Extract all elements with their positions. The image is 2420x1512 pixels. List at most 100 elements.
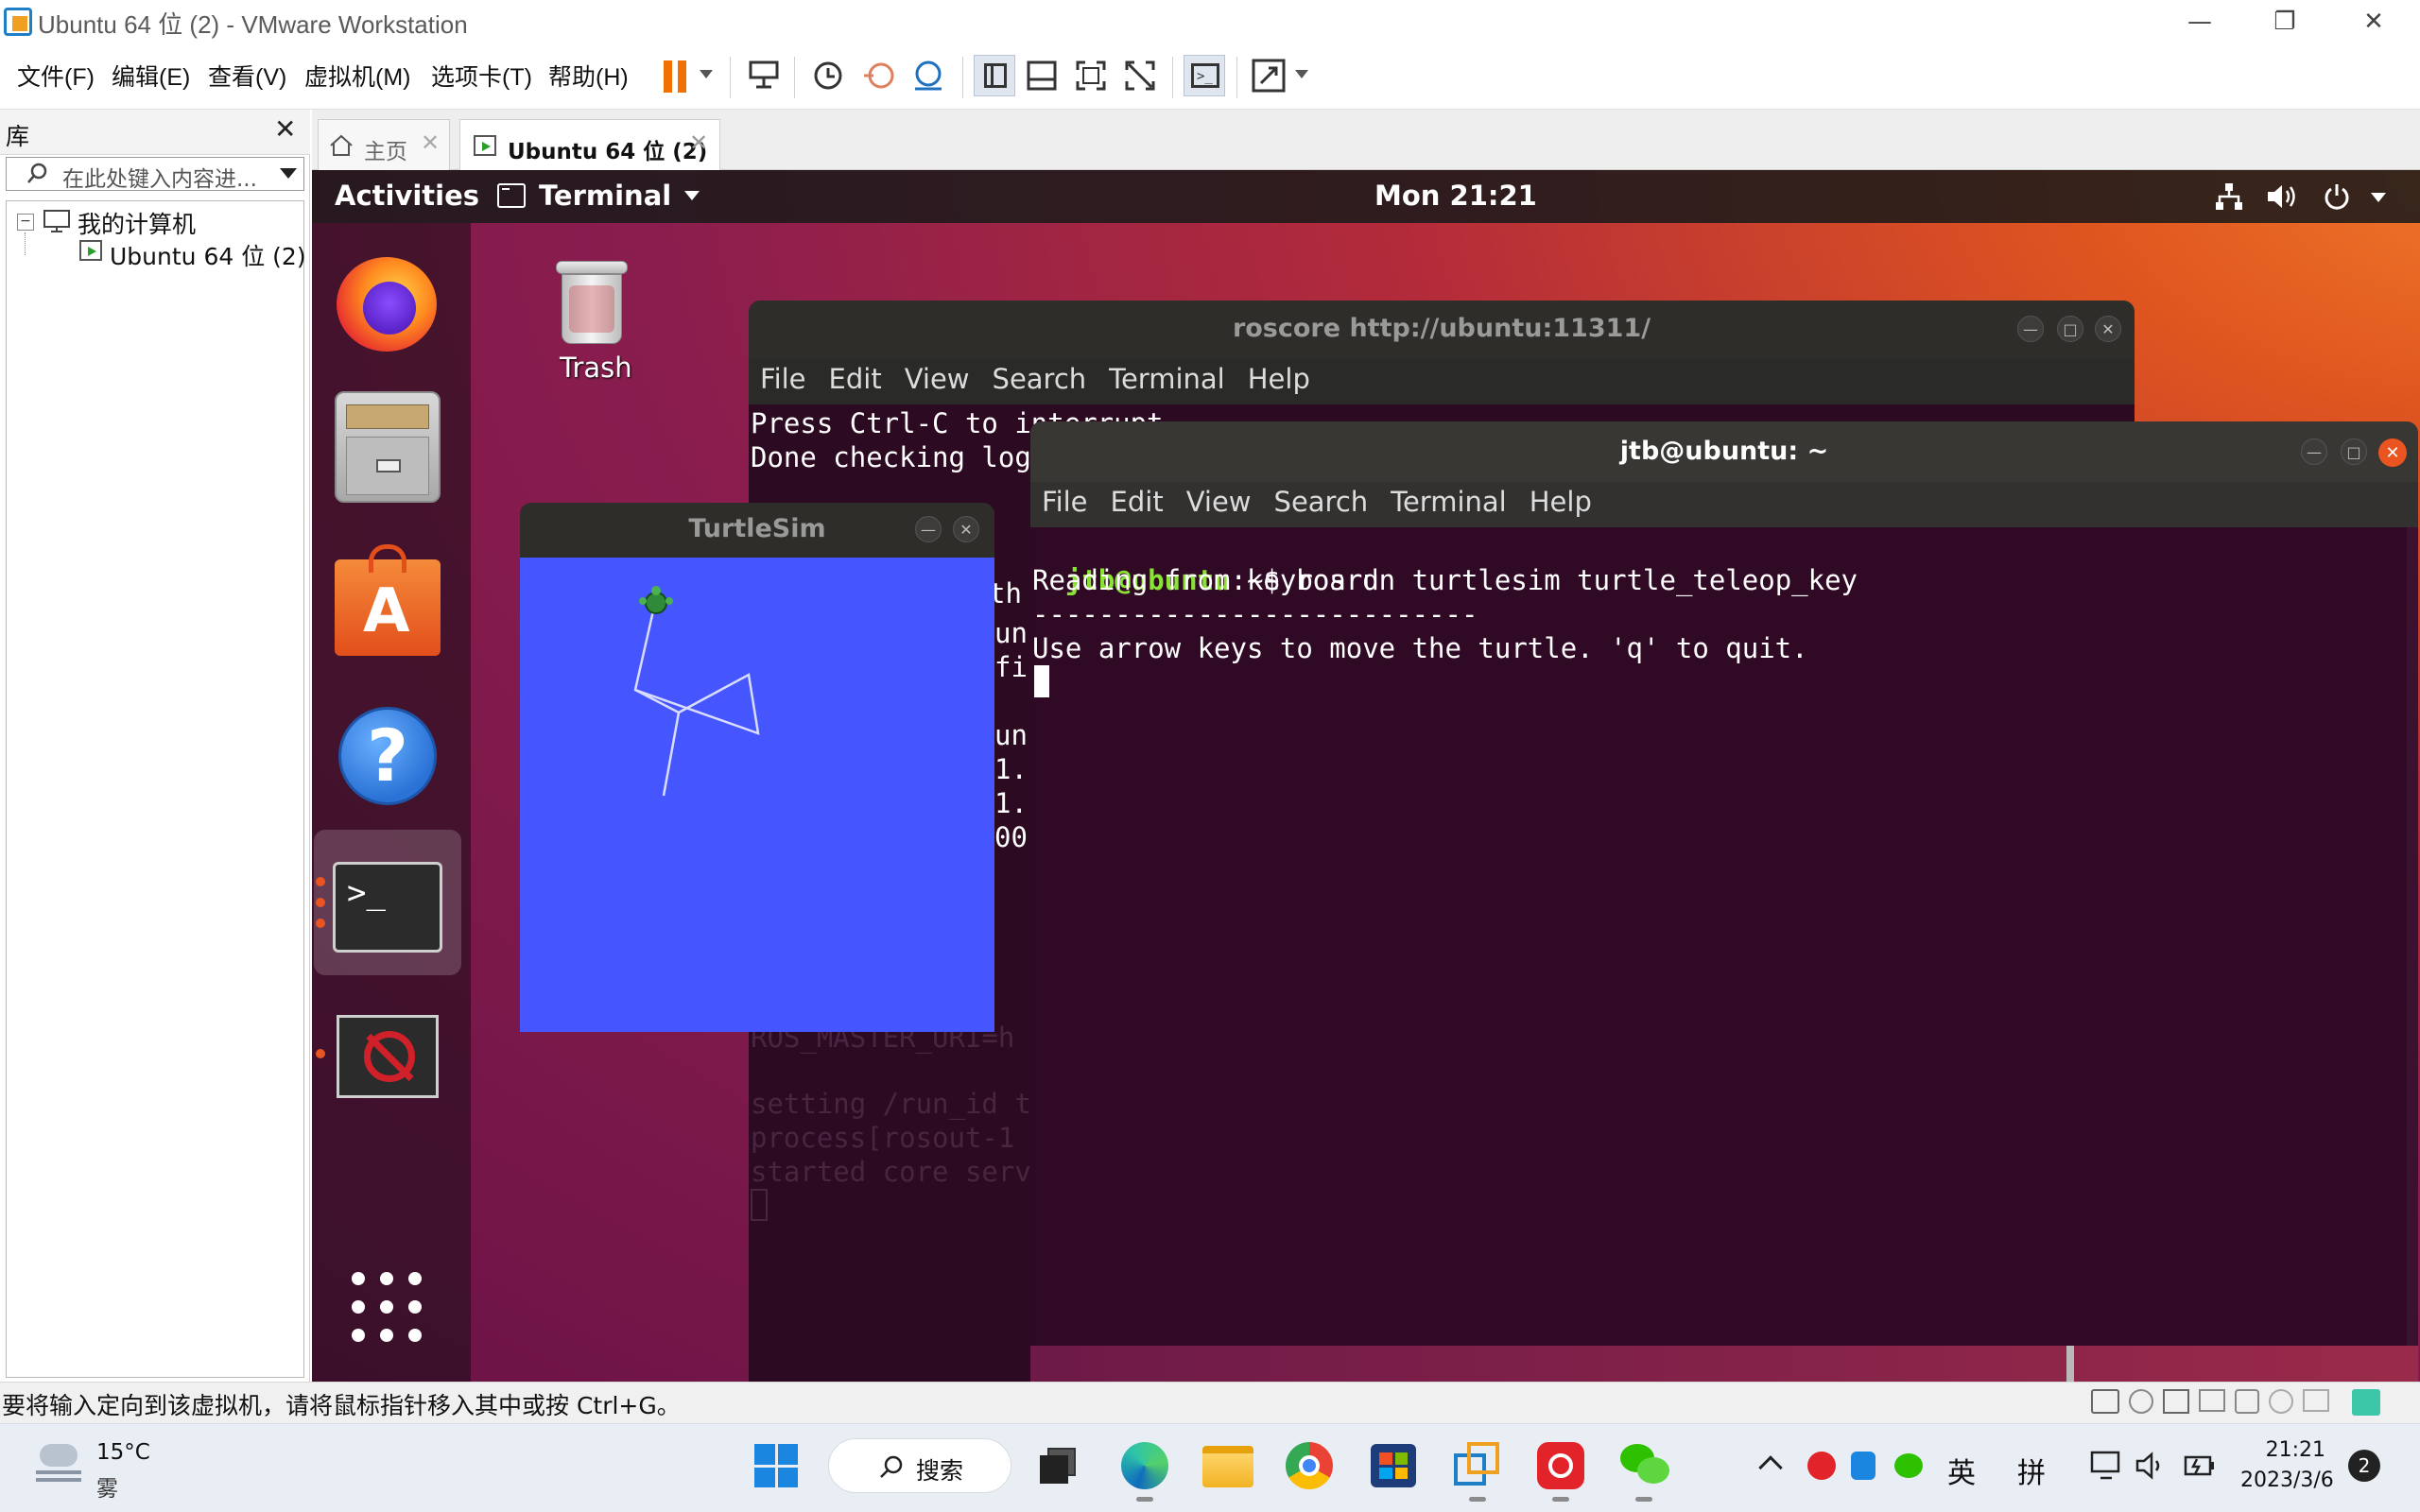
tree-item-my-computer[interactable]: 我的计算机 <box>78 206 196 240</box>
software-center-icon[interactable]: A <box>335 544 441 656</box>
firefox-icon[interactable] <box>331 240 444 353</box>
trash-icon[interactable] <box>556 261 628 346</box>
task-view-icon[interactable] <box>1040 1448 1076 1484</box>
volume-icon[interactable] <box>2265 181 2299 212</box>
teleop-menu-terminal[interactable]: Terminal <box>1391 486 1507 524</box>
show-applications-icon[interactable] <box>344 1266 429 1351</box>
ime-mode-indicator[interactable]: 拼 <box>2017 1450 2046 1491</box>
taskbar-date[interactable]: 2023/3/6 <box>2240 1469 2334 1492</box>
network-icon[interactable] <box>2214 181 2244 212</box>
cd-icon[interactable] <box>2129 1389 2153 1414</box>
microsoft-store-icon[interactable] <box>1371 1444 1416 1487</box>
ime-language-indicator[interactable]: 英 <box>1947 1450 1976 1491</box>
teleop-menu-file[interactable]: File <box>1042 486 1088 524</box>
taskbar-search-button[interactable]: 搜索 <box>828 1438 1011 1493</box>
clock[interactable]: Mon 21:21 <box>1374 180 1537 212</box>
terminal-icon[interactable]: >_ <box>333 862 442 953</box>
thumbnail-bar-icon[interactable] <box>1023 57 1061 94</box>
restore-button[interactable]: ❐ <box>2242 0 2327 43</box>
teleop-close-button[interactable]: ✕ <box>2378 438 2407 467</box>
sound-device-icon[interactable] <box>2235 1389 2259 1414</box>
speaker-icon[interactable] <box>2135 1450 2169 1482</box>
close-button[interactable]: ✕ <box>2331 0 2416 43</box>
roscore-partial-text: 1. <box>994 753 1028 785</box>
teleop-menu-view[interactable]: View <box>1186 486 1252 524</box>
tray-wechat-icon[interactable] <box>1894 1453 1923 1478</box>
tree-item-ubuntu-vm[interactable]: Ubuntu 64 位 (2) <box>110 238 306 272</box>
power-icon[interactable] <box>2322 181 2352 212</box>
windows-start-icon[interactable] <box>754 1444 798 1487</box>
roscore-window-title: roscore http://ubuntu:11311/ <box>1232 314 1651 343</box>
hdd-icon[interactable] <box>2091 1389 2119 1414</box>
menu-help[interactable]: 帮助(H) <box>548 59 629 93</box>
tab-ubuntu-close-icon[interactable]: ✕ <box>689 129 708 156</box>
tab-ubuntu[interactable]: Ubuntu 64 位 (2) ✕ <box>459 119 720 170</box>
library-search-dropdown-icon[interactable] <box>280 168 297 179</box>
weather-fog-icon[interactable] <box>36 1444 85 1486</box>
tab-home-close-icon[interactable]: ✕ <box>421 129 440 156</box>
teleop-menu-help[interactable]: Help <box>1530 486 1592 524</box>
taskbar-time[interactable]: 21:21 <box>2250 1438 2325 1462</box>
vmware-taskbar-icon[interactable] <box>1454 1442 1501 1489</box>
menu-vm[interactable]: 虚拟机(M) <box>304 59 410 93</box>
roscore-menu-file[interactable]: File <box>760 363 806 401</box>
full-screen-icon[interactable] <box>1072 57 1110 94</box>
message-icon[interactable] <box>2352 1389 2380 1416</box>
teleop-maximize-button[interactable]: □ <box>2341 438 2367 465</box>
system-menu-chevron-icon[interactable] <box>2371 193 2386 202</box>
printer-icon[interactable] <box>2199 1389 2225 1412</box>
edge-icon[interactable] <box>1121 1442 1168 1489</box>
display-icon[interactable] <box>2303 1389 2329 1412</box>
terminal-app-menu[interactable]: Terminal <box>497 180 700 212</box>
activities-button[interactable]: Activities <box>335 180 479 212</box>
console-view-icon[interactable]: >_ <box>1184 55 1225 96</box>
roscore-maximize-button[interactable]: □ <box>2057 316 2083 342</box>
teleop-scrollbar[interactable] <box>2407 527 2418 1346</box>
snapshot-manager-icon[interactable] <box>909 57 947 94</box>
show-library-icon[interactable] <box>974 55 1015 96</box>
turtlesim-close-button[interactable]: ✕ <box>953 516 979 542</box>
notification-badge[interactable]: 2 <box>2348 1450 2380 1482</box>
turtlesim-minimize-button[interactable]: — <box>915 516 942 542</box>
send-ctrl-alt-del-icon[interactable] <box>745 57 783 94</box>
tray-netease-icon[interactable] <box>1807 1452 1836 1480</box>
roscore-menu-help[interactable]: Help <box>1248 363 1310 401</box>
minimize-button[interactable]: — <box>2157 0 2242 43</box>
teleop-menu-search[interactable]: Search <box>1274 486 1369 524</box>
chrome-icon[interactable] <box>1286 1442 1333 1489</box>
help-icon[interactable]: ? <box>338 707 437 805</box>
pause-icon[interactable] <box>662 60 690 93</box>
teleop-minimize-button[interactable]: — <box>2301 438 2327 465</box>
menu-edit[interactable]: 编辑(E) <box>112 59 190 93</box>
unity-mode-icon[interactable] <box>1121 57 1159 94</box>
netease-music-icon[interactable] <box>1537 1442 1584 1489</box>
battery-charging-icon[interactable] <box>2180 1450 2216 1482</box>
teleop-menu-edit[interactable]: Edit <box>1111 486 1164 524</box>
roscore-menu-view[interactable]: View <box>905 363 970 401</box>
network-monitor-icon[interactable] <box>2089 1450 2123 1482</box>
menu-tabs[interactable]: 选项卡(T) <box>431 59 532 93</box>
menu-file[interactable]: 文件(F) <box>17 59 95 93</box>
file-explorer-icon[interactable] <box>1202 1446 1253 1487</box>
network-adapter-icon[interactable] <box>2163 1389 2189 1414</box>
turtlesim-dock-icon[interactable] <box>337 1015 439 1098</box>
tray-bluetooth-icon[interactable] <box>1851 1452 1876 1480</box>
files-icon[interactable] <box>335 391 441 503</box>
roscore-close-button[interactable]: ✕ <box>2095 316 2121 342</box>
revert-snapshot-icon[interactable] <box>860 57 898 94</box>
tab-home[interactable]: 主页 ✕ <box>318 119 450 170</box>
pause-dropdown-icon[interactable] <box>700 70 713 78</box>
usb-icon[interactable] <box>2269 1389 2293 1414</box>
tree-collapse-icon[interactable]: − <box>17 214 34 231</box>
snapshot-icon[interactable] <box>809 57 847 94</box>
menu-view[interactable]: 查看(V) <box>208 59 286 93</box>
roscore-menu-terminal[interactable]: Terminal <box>1109 363 1225 401</box>
turtlesim-canvas[interactable] <box>520 558 994 1032</box>
roscore-menu-search[interactable]: Search <box>993 363 1087 401</box>
library-close-icon[interactable]: ✕ <box>274 113 296 145</box>
stretch-guest-icon[interactable] <box>1250 57 1288 94</box>
roscore-minimize-button[interactable]: — <box>2017 316 2044 342</box>
roscore-menu-edit[interactable]: Edit <box>829 363 882 401</box>
stretch-dropdown-icon[interactable] <box>1295 70 1308 78</box>
wechat-icon[interactable] <box>1620 1444 1671 1487</box>
